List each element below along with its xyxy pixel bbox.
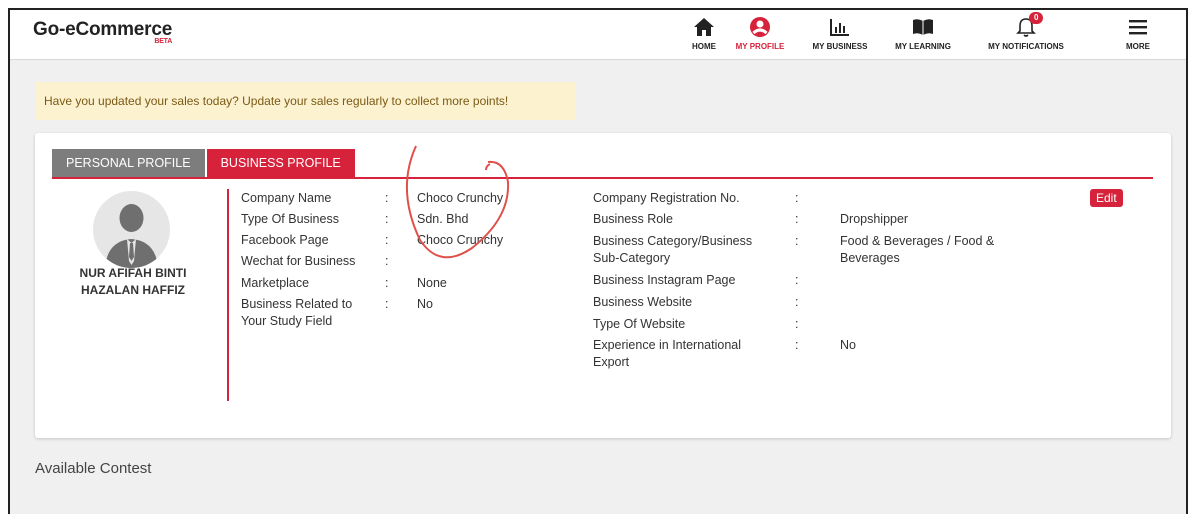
- home-icon: [693, 14, 715, 40]
- field-label: Type Of Website: [593, 317, 686, 331]
- user-name-line1: NUR AFIFAH BINTI: [79, 266, 187, 280]
- app-frame: Go-eCommerce BETA HOME MY PROFILE MY BUS…: [8, 8, 1188, 514]
- nav-more-label: MORE: [1126, 42, 1150, 51]
- field-value-company-name: Choco Crunchy: [417, 191, 504, 205]
- field-colon: :: [385, 233, 389, 247]
- sales-reminder-alert: Have you updated your sales today? Updat…: [35, 82, 576, 120]
- field-colon: :: [795, 191, 799, 205]
- field-label: Business Category/Business Sub-Category: [593, 234, 753, 265]
- bell-icon: 0: [1015, 12, 1044, 40]
- brand-logo[interactable]: Go-eCommerce BETA: [33, 19, 173, 45]
- field-value-facebook-page: Choco Crunchy: [417, 233, 504, 247]
- nav-my-profile-label: MY PROFILE: [735, 42, 785, 51]
- nav-my-learning-label: MY LEARNING: [895, 42, 951, 51]
- field-label: Business Instagram Page: [593, 273, 736, 287]
- brand-name: Go-eCommerce: [33, 19, 173, 40]
- nav-home-label: HOME: [692, 42, 716, 51]
- field-value-business-category: Food & Beverages / Food & Beverages: [840, 234, 995, 265]
- field-value-study-field: No: [417, 297, 433, 311]
- top-navbar: Go-eCommerce BETA HOME MY PROFILE MY BUS…: [10, 10, 1186, 60]
- bar-chart-icon: [829, 14, 851, 40]
- nav-my-notifications[interactable]: 0 MY NOTIFICATIONS: [978, 12, 1074, 58]
- user-name: NUR AFIFAH BINTI HAZALAN HAFFIZ: [53, 265, 213, 299]
- field-colon: :: [385, 276, 389, 290]
- field-label: Business Role: [593, 212, 673, 226]
- field-label: Type Of Business: [241, 212, 339, 226]
- avatar: [93, 191, 170, 268]
- tab-underline: [52, 177, 1153, 179]
- field-label: Marketplace: [241, 276, 310, 290]
- field-colon: :: [385, 297, 389, 311]
- nav-my-notifications-label: MY NOTIFICATIONS: [988, 42, 1064, 51]
- nav-home[interactable]: HOME: [689, 14, 719, 58]
- nav-my-business[interactable]: MY BUSINESS: [810, 14, 870, 58]
- section-title: Available Contest: [35, 460, 152, 477]
- profile-card: PERSONAL PROFILE BUSINESS PROFILE NUR AF…: [35, 133, 1171, 438]
- field-colon: :: [385, 254, 389, 268]
- field-value-type-of-business: Sdn. Bhd: [417, 212, 469, 226]
- field-colon: :: [385, 212, 389, 226]
- field-label: Facebook Page: [241, 233, 329, 247]
- edit-button[interactable]: Edit: [1090, 189, 1123, 207]
- field-colon: :: [795, 234, 799, 248]
- tab-business-profile[interactable]: BUSINESS PROFILE: [206, 149, 355, 177]
- tab-personal-profile[interactable]: PERSONAL PROFILE: [52, 149, 205, 177]
- field-colon: :: [795, 317, 799, 331]
- field-label: Experience in International Export: [593, 338, 742, 369]
- field-colon: :: [385, 191, 389, 205]
- nav-my-learning[interactable]: MY LEARNING: [890, 14, 956, 58]
- nav-more[interactable]: MORE: [1120, 14, 1156, 58]
- field-label: Business Website: [593, 295, 693, 309]
- field-colon: :: [795, 212, 799, 226]
- nav-my-business-label: MY BUSINESS: [812, 42, 868, 51]
- field-label: Business Related to Your Study Field: [241, 297, 353, 328]
- nav-my-profile[interactable]: MY PROFILE: [735, 14, 785, 58]
- field-colon: :: [795, 295, 799, 309]
- field-value-international-export: No: [840, 338, 856, 352]
- field-colon: :: [795, 273, 799, 287]
- user-name-line2: HAZALAN HAFFIZ: [81, 283, 185, 297]
- field-value-business-role: Dropshipper: [840, 212, 909, 226]
- field-label: Wechat for Business: [241, 254, 356, 268]
- beta-label: BETA: [154, 38, 173, 45]
- menu-icon: [1128, 14, 1148, 40]
- notification-count-badge: 0: [1029, 12, 1044, 24]
- field-value-marketplace: None: [417, 276, 447, 290]
- field-label: Company Name: [241, 191, 332, 205]
- field-colon: :: [795, 338, 799, 352]
- book-icon: [912, 14, 934, 40]
- profile-tabs: PERSONAL PROFILE BUSINESS PROFILE: [52, 149, 357, 177]
- section-divider: [227, 189, 229, 401]
- field-label: Company Registration No.: [593, 191, 740, 205]
- user-silhouette-icon: [105, 204, 158, 268]
- user-icon: [749, 14, 771, 40]
